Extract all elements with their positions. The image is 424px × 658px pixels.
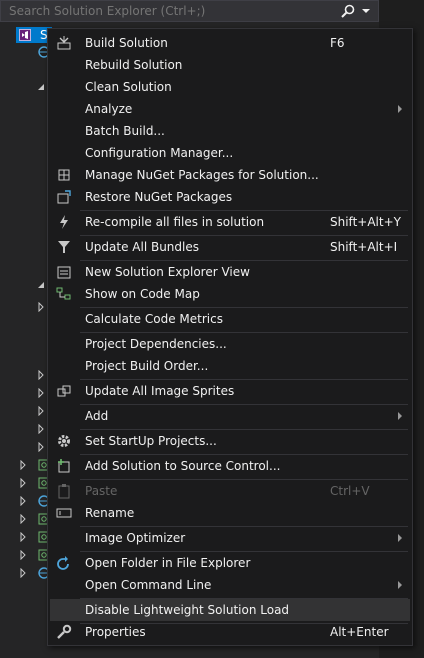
solution-context-menu: Build Solution F6 Rebuild Solution Clean…: [47, 28, 413, 646]
search-bar: [0, 0, 379, 22]
menu-item-manage-nuget[interactable]: Manage NuGet Packages for Solution...: [50, 164, 410, 186]
menu-item-configuration-manager[interactable]: Configuration Manager...: [50, 142, 410, 164]
menu-item-label: Analyze: [85, 102, 133, 116]
collapsed-arrow-icon[interactable]: [18, 478, 28, 488]
menu-item-properties[interactable]: Properties Alt+Enter: [50, 621, 410, 643]
menu-item-label: Rebuild Solution: [85, 58, 183, 72]
menu-item-batch-build[interactable]: Batch Build...: [50, 120, 410, 142]
nuget-icon: [58, 169, 70, 181]
menu-item-label: Disable Lightweight Solution Load: [85, 603, 290, 617]
menu-item-update-all-image-sprites[interactable]: Update All Image Sprites: [50, 380, 410, 402]
menu-item-set-startup-projects[interactable]: Set StartUp Projects...: [50, 430, 410, 452]
menu-item-label: Open Command Line: [85, 578, 212, 592]
search-icon[interactable]: [340, 3, 356, 19]
gear-icon: [58, 435, 70, 447]
menu-item-label: Batch Build...: [85, 124, 165, 138]
restore-icon: [57, 190, 71, 204]
menu-item-label: Set StartUp Projects...: [85, 434, 217, 448]
menu-item-label: Manage NuGet Packages for Solution...: [85, 168, 319, 182]
menu-item-update-all-bundles[interactable]: Update All Bundles Shift+Alt+I: [50, 236, 410, 258]
menu-item-project-dependencies[interactable]: Project Dependencies...: [50, 333, 410, 355]
menu-item-label: Open Folder in File Explorer: [85, 556, 251, 570]
search-input[interactable]: [1, 1, 336, 21]
new-view-icon: [57, 266, 71, 279]
menu-item-label: Properties: [85, 625, 146, 639]
menu-item-add[interactable]: Add: [50, 405, 410, 427]
collapsed-arrow-icon[interactable]: [18, 532, 28, 542]
collapsed-arrow-icon[interactable]: [18, 514, 28, 524]
menu-item-label: Build Solution: [85, 36, 168, 50]
menu-item-label: Project Dependencies...: [85, 337, 227, 351]
menu-item-calculate-code-metrics[interactable]: Calculate Code Metrics: [50, 308, 410, 330]
menu-item-build-solution[interactable]: Build Solution F6: [50, 32, 410, 54]
rename-icon: [56, 508, 72, 518]
menu-item-shortcut: Shift+Alt+Y: [330, 215, 401, 229]
sprites-icon: [57, 385, 71, 397]
menu-item-label: Rename: [85, 506, 135, 520]
collapsed-arrow-icon[interactable]: [18, 550, 28, 560]
wrench-icon: [57, 624, 72, 639]
menu-item-label: Clean Solution: [85, 80, 172, 94]
build-icon: [57, 36, 71, 50]
menu-item-paste[interactable]: Paste Ctrl+V: [50, 480, 410, 502]
filter-icon: [58, 241, 70, 253]
menu-item-restore-nuget[interactable]: Restore NuGet Packages: [50, 186, 410, 208]
code-map-icon: [56, 287, 71, 300]
menu-item-label: Re-compile all files in solution: [85, 215, 265, 229]
menu-item-label: Image Optimizer: [85, 531, 186, 545]
submenu-arrow-icon: [398, 581, 402, 589]
menu-item-label: Show on Code Map: [85, 287, 200, 301]
menu-item-label: Configuration Manager...: [85, 146, 234, 160]
solution-icon: [19, 29, 31, 41]
menu-item-shortcut: Shift+Alt+I: [330, 240, 398, 254]
paste-icon: [58, 484, 70, 499]
submenu-arrow-icon: [398, 534, 402, 542]
lightning-icon: [60, 215, 68, 229]
menu-item-shortcut: Ctrl+V: [330, 484, 370, 498]
menu-item-label: New Solution Explorer View: [85, 265, 250, 279]
menu-item-show-on-code-map[interactable]: Show on Code Map: [50, 283, 410, 305]
menu-item-image-optimizer[interactable]: Image Optimizer: [50, 527, 410, 549]
collapsed-arrow-icon[interactable]: [18, 460, 28, 470]
menu-item-rename[interactable]: Rename: [50, 502, 410, 524]
menu-item-new-solution-explorer-view[interactable]: New Solution Explorer View: [50, 261, 410, 283]
menu-item-label: Project Build Order...: [85, 359, 209, 373]
open-folder-icon: [57, 556, 69, 570]
source-control-icon: [58, 459, 70, 473]
collapsed-arrow-icon[interactable]: [36, 424, 46, 434]
menu-item-shortcut: Alt+Enter: [330, 625, 389, 639]
collapsed-arrow-icon[interactable]: [18, 496, 28, 506]
submenu-arrow-icon: [398, 412, 402, 420]
collapsed-arrow-icon[interactable]: [36, 370, 46, 380]
menu-item-label: Add: [85, 409, 109, 423]
menu-item-label: Update All Bundles: [85, 240, 199, 254]
menu-item-label: Update All Image Sprites: [85, 384, 235, 398]
collapsed-arrow-icon[interactable]: [36, 302, 46, 312]
expanded-arrow-icon[interactable]: [36, 82, 46, 92]
menu-item-label: Calculate Code Metrics: [85, 312, 223, 326]
menu-item-disable-lightweight-solution-load[interactable]: Disable Lightweight Solution Load: [50, 599, 410, 621]
menu-item-label: Add Solution to Source Control...: [85, 459, 281, 473]
collapsed-arrow-icon[interactable]: [36, 442, 46, 452]
menu-item-recompile-all[interactable]: Re-compile all files in solution Shift+A…: [50, 211, 410, 233]
submenu-arrow-icon: [398, 105, 402, 113]
menu-item-label: Restore NuGet Packages: [85, 190, 233, 204]
menu-item-open-command-line[interactable]: Open Command Line: [50, 574, 410, 596]
menu-item-shortcut: F6: [330, 36, 345, 50]
menu-item-label: Paste: [85, 484, 118, 498]
search-options-chevron-down-icon[interactable]: [360, 3, 372, 19]
expanded-arrow-icon[interactable]: [36, 280, 46, 290]
menu-item-project-build-order[interactable]: Project Build Order...: [50, 355, 410, 377]
menu-item-open-folder[interactable]: Open Folder in File Explorer: [50, 552, 410, 574]
menu-item-rebuild-solution[interactable]: Rebuild Solution: [50, 54, 410, 76]
menu-item-analyze[interactable]: Analyze: [50, 98, 410, 120]
collapsed-arrow-icon[interactable]: [36, 406, 46, 416]
menu-item-add-to-source-control[interactable]: Add Solution to Source Control...: [50, 455, 410, 477]
collapsed-arrow-icon[interactable]: [36, 388, 46, 398]
collapsed-arrow-icon[interactable]: [18, 568, 28, 578]
menu-item-clean-solution[interactable]: Clean Solution: [50, 76, 410, 98]
